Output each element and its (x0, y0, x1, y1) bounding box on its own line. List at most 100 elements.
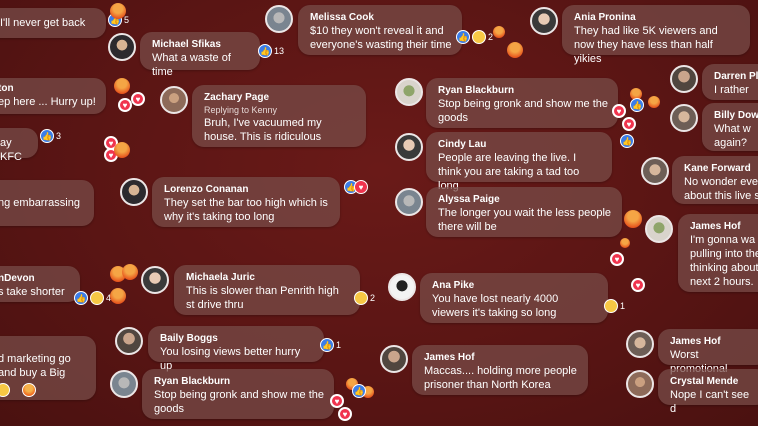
comment-bubble: Kane Forward No wonder ever about this l… (672, 156, 758, 204)
angry-icon (110, 3, 126, 19)
commenter-name[interactable]: Kane Forward (684, 162, 758, 175)
haha-icon (604, 299, 618, 313)
like-icon: 👍 (620, 134, 634, 148)
comment-bubble: ay KFC (0, 128, 38, 163)
love-icon: ♥ (338, 407, 352, 421)
commenter-name[interactable]: Alyssa Paige (438, 193, 612, 206)
reaction-group[interactable]: 👍 (630, 98, 644, 112)
reaction-count: 3 (56, 131, 62, 141)
commenter-name[interactable]: Darren Plo (714, 70, 758, 83)
reaction-group[interactable]: 👍 (352, 384, 366, 398)
comment-bubble: Michael Sfikas What a waste of time (140, 32, 260, 78)
comment-text: You have lost nearly 4000 viewers it's t… (432, 293, 559, 319)
angry-icon (507, 42, 523, 58)
avatar[interactable] (141, 266, 169, 294)
comment-text: No wonder ever about this live s (684, 176, 758, 202)
commenter-name[interactable]: Lorenzo Conanan (164, 183, 330, 196)
comment-text: They had like 5K viewers and now they ha… (574, 25, 718, 65)
angry-icon (624, 210, 642, 228)
avatar[interactable] (670, 104, 698, 132)
haha-icon (90, 291, 104, 305)
comment-bubble: Lorenzo Conanan They set the bar too hig… (152, 177, 340, 227)
comment-text: Stop being gronk and show me the goods (154, 389, 325, 415)
reaction-group[interactable]: 👍 (620, 134, 634, 148)
reaction-group[interactable]: 👍 2 (456, 30, 493, 44)
comment-bubble: Cindy Lau People are leaving the live. I… (426, 132, 612, 192)
commenter-name[interactable]: Billy Dowli (714, 109, 758, 122)
commenter-name[interactable]: Melissa Cook (310, 11, 452, 24)
commenter-name[interactable]: Michael Sfikas (152, 38, 250, 51)
comment-bubble: Baily Boggs You losing views better hurr… (148, 326, 324, 372)
commenter-name[interactable]: James Hof (424, 351, 578, 364)
comment-text: This is slower than Penrith high st driv… (186, 285, 339, 311)
avatar[interactable] (670, 65, 698, 93)
comment-bubble: nDevon s take shorter (0, 266, 80, 302)
avatar[interactable] (120, 178, 148, 206)
comment-bubble: Ania Pronina They had like 5K viewers an… (562, 5, 750, 65)
commenter-name[interactable]: Michaela Juric (186, 271, 350, 284)
angry-icon (493, 26, 505, 38)
love-icon: ♥ (612, 104, 626, 118)
reaction-group[interactable]: 2 (354, 291, 375, 305)
comment-text: ng embarrassing (0, 197, 80, 209)
commenter-name[interactable]: James Hof (670, 335, 758, 348)
comment-text: I'll never get back (0, 17, 86, 29)
reply-indicator[interactable]: Replying to Kenny (204, 104, 356, 116)
haha-icon (0, 383, 10, 397)
comment-bubble: Ana Pike You have lost nearly 4000 viewe… (420, 273, 608, 323)
avatar[interactable] (380, 345, 408, 373)
avatar[interactable] (626, 370, 654, 398)
reaction-group[interactable] (0, 383, 36, 397)
avatar[interactable] (395, 188, 423, 216)
like-icon: 👍 (320, 338, 334, 352)
avatar[interactable] (388, 273, 416, 301)
like-icon: 👍 (74, 291, 88, 305)
comment-bubble: Billy Dowli What w again? (702, 103, 758, 151)
love-icon: ♥ (622, 117, 636, 131)
reaction-group[interactable]: 👍 ♥ (344, 180, 368, 194)
angry-icon (114, 78, 130, 94)
avatar[interactable] (645, 215, 673, 243)
commenter-name[interactable]: Ryan Blackburn (438, 84, 608, 97)
commenter-name[interactable]: James Hof (690, 220, 758, 233)
comment-bubble: James Hof I'm gonna wa pulling into the … (678, 214, 758, 292)
reaction-group[interactable]: 1 (604, 299, 625, 313)
commenter-name[interactable]: nDevon (0, 272, 70, 285)
comment-text: What a waste of time (152, 52, 231, 78)
commenter-name[interactable]: Cindy Lau (438, 138, 602, 151)
commenter-name[interactable]: Zachary Page (204, 91, 356, 104)
avatar[interactable] (530, 7, 558, 35)
like-icon: 👍 (258, 44, 272, 58)
reaction-count: 1 (620, 301, 626, 311)
reaction-group[interactable]: 👍 3 (40, 129, 61, 143)
reaction-group[interactable]: 👍 13 (258, 44, 284, 58)
reaction-count: 13 (274, 46, 285, 56)
reaction-group[interactable]: 👍 1 (320, 338, 341, 352)
commenter-name[interactable]: Ryan Blackburn (154, 375, 324, 388)
avatar[interactable] (115, 327, 143, 355)
avatar[interactable] (626, 330, 654, 358)
angry-icon (114, 142, 130, 158)
comment-bubble: ton ep here ... Hurry up! (0, 78, 106, 114)
comment-bubble: Darren Plo I rather (702, 64, 758, 100)
commenter-name[interactable]: Ania Pronina (574, 11, 740, 24)
avatar[interactable] (160, 86, 188, 114)
comment-text: They set the bar too high which is why i… (164, 197, 328, 223)
avatar[interactable] (641, 157, 669, 185)
haha-icon (354, 291, 368, 305)
reaction-count: 2 (370, 293, 376, 303)
haha-icon (472, 30, 486, 44)
avatar[interactable] (108, 33, 136, 61)
avatar[interactable] (395, 78, 423, 106)
commenter-name[interactable]: Crystal Mende (670, 375, 758, 388)
avatar[interactable] (265, 5, 293, 33)
comment-bubble: ng embarrassing (0, 180, 94, 226)
avatar[interactable] (395, 133, 423, 161)
commenter-name[interactable]: ton (0, 82, 96, 95)
like-icon: 👍 (630, 98, 644, 112)
commenter-name[interactable]: Baily Boggs (160, 332, 314, 345)
commenter-name[interactable]: Ana Pike (432, 279, 598, 292)
comment-text: $10 they won't reveal it and everyone's … (310, 25, 452, 51)
reaction-group[interactable]: 👍 4 (74, 291, 111, 305)
avatar[interactable] (110, 370, 138, 398)
